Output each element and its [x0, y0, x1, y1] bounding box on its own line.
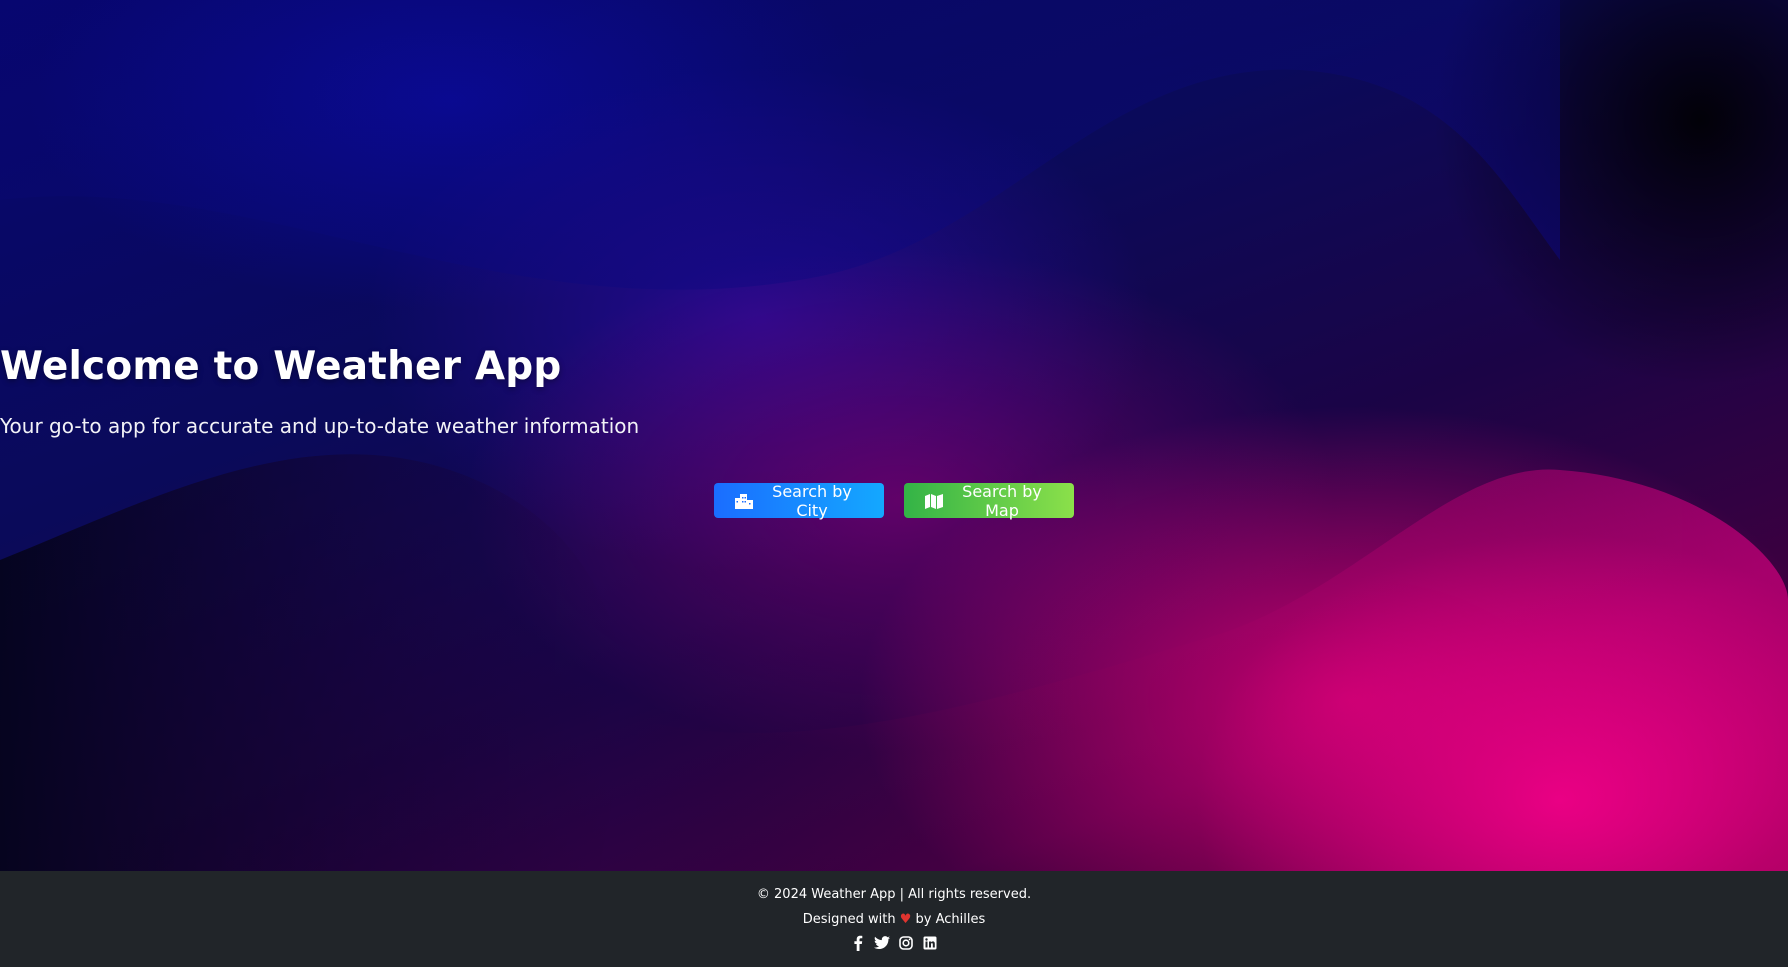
- footer: © 2024 Weather App | All rights reserved…: [0, 871, 1788, 967]
- designed-by: Designed with ♥ by Achilles: [0, 912, 1788, 927]
- instagram-link[interactable]: [898, 935, 914, 951]
- page: Welcome to Weather App Your go-to app fo…: [0, 0, 1788, 967]
- facebook-icon: [854, 935, 863, 951]
- search-by-map-label: Search by Map: [962, 481, 1042, 520]
- page-title: Welcome to Weather App: [0, 344, 562, 389]
- designed-prefix: Designed with: [802, 912, 896, 927]
- search-by-map-button[interactable]: Search by Map: [904, 481, 1074, 520]
- facebook-link[interactable]: [850, 935, 866, 951]
- designed-suffix: by Achilles: [915, 912, 986, 927]
- instagram-icon: [899, 936, 913, 950]
- linkedin-link[interactable]: [922, 935, 938, 951]
- map-icon: [924, 492, 944, 510]
- page-subtitle: Your go-to app for accurate and up-to-da…: [0, 414, 640, 438]
- search-by-city-label: Search by City: [772, 481, 852, 520]
- social-links: [0, 935, 1788, 951]
- copyright-text: © 2024 Weather App | All rights reserved…: [756, 887, 1032, 902]
- hero-section: Welcome to Weather App Your go-to app fo…: [0, 0, 1788, 871]
- heart-icon: ♥: [899, 912, 912, 927]
- search-options: Search by City Search by Map: [0, 481, 1788, 520]
- twitter-link[interactable]: [874, 935, 890, 951]
- twitter-icon: [874, 936, 890, 949]
- search-by-city-button[interactable]: Search by City: [714, 481, 884, 520]
- city-icon: [734, 492, 754, 510]
- linkedin-icon: [923, 936, 937, 950]
